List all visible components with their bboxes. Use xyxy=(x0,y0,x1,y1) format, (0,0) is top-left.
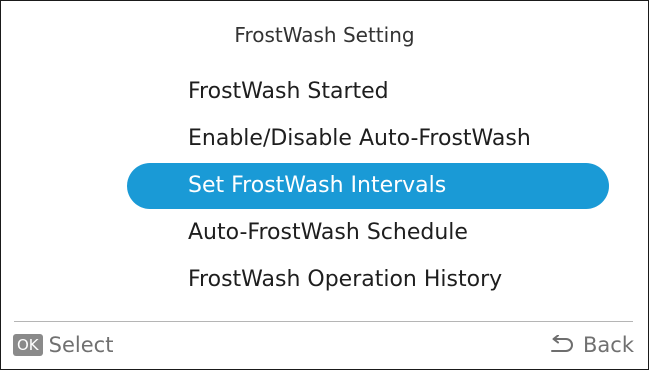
ok-key-badge: OK xyxy=(13,334,43,356)
back-hint[interactable]: Back xyxy=(549,332,634,358)
return-arrow-icon xyxy=(549,334,575,355)
footer-divider xyxy=(14,321,633,322)
page-title: FrostWash Setting xyxy=(234,23,415,47)
back-label: Back xyxy=(583,333,634,357)
settings-screen: FrostWash Setting FrostWash Started Enab… xyxy=(0,0,649,370)
menu-item-set-frostwash-intervals[interactable]: Set FrostWash Intervals xyxy=(127,163,609,209)
menu-item-frostwash-started[interactable]: FrostWash Started xyxy=(127,69,609,115)
settings-menu: FrostWash Started Enable/Disable Auto-Fr… xyxy=(127,69,609,304)
menu-item-enable-disable-auto-frostwash[interactable]: Enable/Disable Auto-FrostWash xyxy=(127,116,609,162)
select-label: Select xyxy=(48,333,114,357)
select-hint: OK Select xyxy=(13,332,113,358)
menu-item-frostwash-operation-history[interactable]: FrostWash Operation History xyxy=(127,257,609,303)
menu-item-auto-frostwash-schedule[interactable]: Auto-FrostWash Schedule xyxy=(127,210,609,256)
